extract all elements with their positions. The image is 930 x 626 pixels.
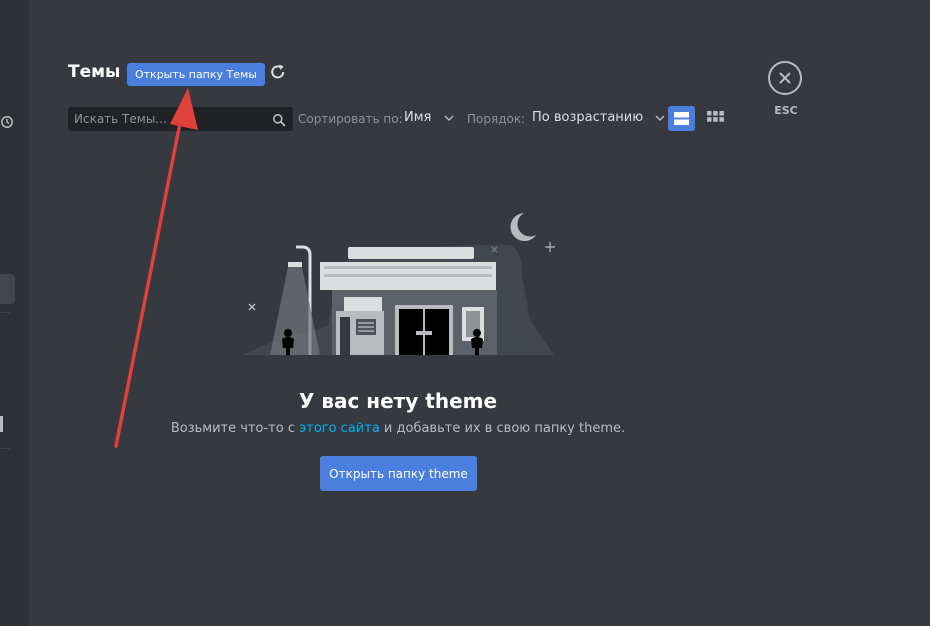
history-icon[interactable] bbox=[0, 115, 14, 132]
sort-by-label: Сортировать по: bbox=[298, 112, 403, 126]
settings-sidebar bbox=[0, 0, 29, 626]
sort-by-select[interactable]: Имя bbox=[404, 110, 454, 125]
moon-icon bbox=[510, 213, 536, 241]
empty-state-desc-before: Возьмите что-то с bbox=[170, 421, 300, 436]
reload-icon bbox=[268, 64, 288, 85]
search-input[interactable] bbox=[68, 107, 258, 131]
search-icon bbox=[272, 112, 286, 127]
grid-view-button[interactable] bbox=[702, 106, 729, 131]
empty-state-illustration bbox=[240, 205, 560, 369]
sort-by-value: Имя bbox=[404, 110, 432, 125]
open-theme-folder-button[interactable]: Открыть папку theme bbox=[320, 456, 477, 491]
list-view-icon bbox=[668, 106, 695, 131]
order-value: По возрастанию bbox=[532, 110, 644, 125]
sidebar-divider bbox=[0, 312, 10, 313]
settings-page: Темы Открыть папку Темы ESC Сортировать … bbox=[0, 0, 930, 626]
esc-label: ESC bbox=[774, 104, 798, 117]
reload-button[interactable] bbox=[268, 62, 288, 82]
grid-view-icon bbox=[702, 106, 729, 131]
open-themes-folder-button[interactable]: Открыть папку Темы bbox=[127, 63, 265, 86]
page-title: Темы bbox=[68, 62, 121, 82]
sidebar-divider bbox=[0, 448, 10, 449]
empty-state-title: У вас нету theme bbox=[298, 389, 498, 413]
chevron-down-icon bbox=[655, 110, 665, 125]
close-icon bbox=[770, 63, 800, 93]
order-select[interactable]: По возрастанию bbox=[532, 110, 665, 125]
sidebar-item-active[interactable] bbox=[0, 274, 15, 304]
list-view-button[interactable] bbox=[668, 106, 695, 131]
empty-state-description: Возьмите что-то с этого сайта и добавьте… bbox=[0, 421, 796, 436]
theme-site-link[interactable]: этого сайта bbox=[299, 421, 380, 436]
chevron-down-icon bbox=[444, 110, 454, 125]
search-box bbox=[68, 107, 293, 131]
empty-state-desc-after: и добавьте их в свою папку theme. bbox=[379, 421, 626, 436]
close-button[interactable] bbox=[768, 61, 802, 95]
order-label: Порядок: bbox=[467, 112, 526, 126]
